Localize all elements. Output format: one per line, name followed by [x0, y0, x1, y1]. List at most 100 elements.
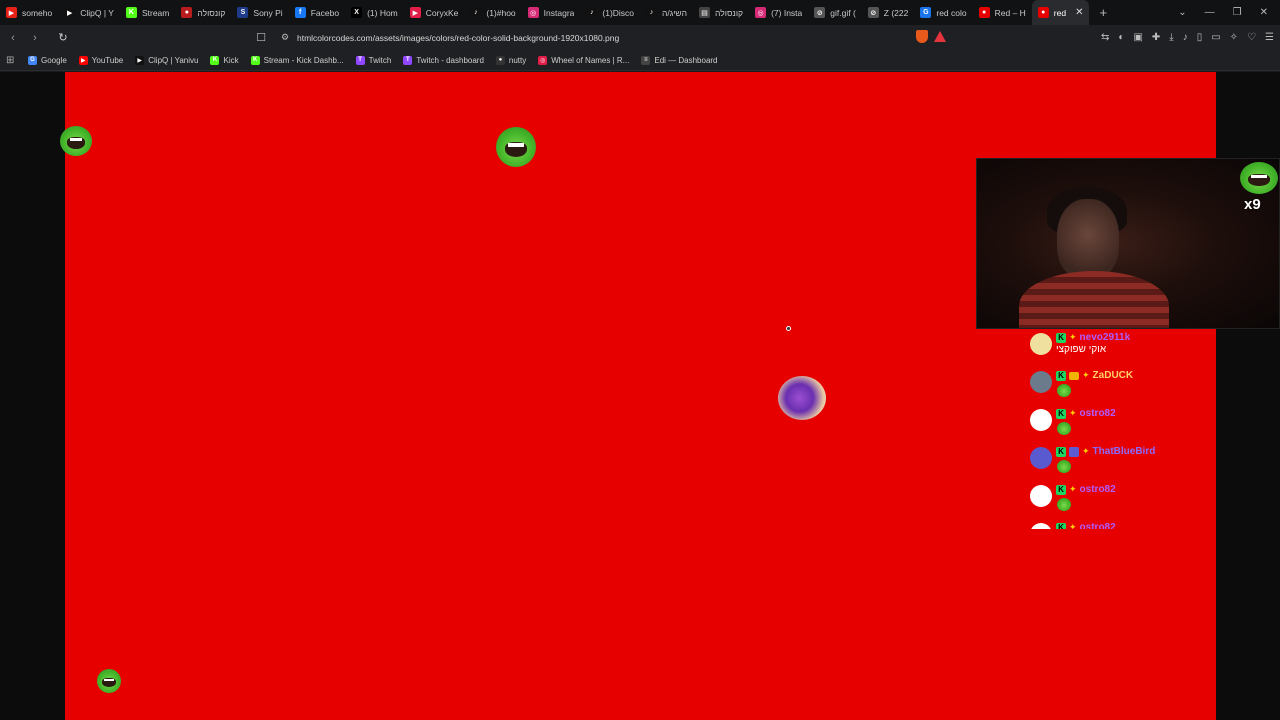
kick-badge-icon: K — [1056, 522, 1066, 529]
chat-message-text: אוקי שפוקצי — [1056, 344, 1107, 355]
address-bar[interactable]: ☐ ⚙ htmlcolorcodes.com/assets/images/col… — [252, 28, 952, 47]
bookmark-item[interactable]: ● nutty — [490, 55, 532, 65]
tab-5[interactable]: f Facebo — [289, 0, 345, 25]
tab-search-dropdown-icon[interactable]: ⌄ — [1178, 7, 1186, 18]
tab-favicon-icon: ▶ — [6, 7, 17, 18]
site-info-icon[interactable]: ⚙ — [276, 32, 294, 43]
window-controls: ⌄ — ❐ ✕ — [1178, 0, 1280, 25]
bookmark-item[interactable]: ≡ Edi — Dashboard — [635, 55, 723, 65]
tab-label: CoryxKe — [425, 7, 459, 18]
bookmark-favicon-icon: T — [355, 55, 365, 65]
chat-username[interactable]: ThatBlueBird — [1093, 446, 1156, 457]
url-text[interactable]: htmlcolorcodes.com/assets/images/colors/… — [297, 33, 619, 43]
back-button[interactable]: ‹ — [4, 32, 22, 44]
bookmark-item[interactable]: ▶ YouTube — [73, 55, 129, 65]
toolbar-extension-icon[interactable]: ♪ — [1183, 32, 1188, 43]
bookmark-item[interactable]: K Stream - Kick Dashb... — [245, 55, 350, 65]
toolbar-extension-icon[interactable]: ✚ — [1152, 32, 1160, 43]
toolbar-extension-icon[interactable]: ▣ — [1133, 32, 1142, 43]
tab-1[interactable]: ▶ ClipQ | Y — [58, 0, 120, 25]
bookmark-favicon-icon: ▶ — [135, 55, 145, 65]
minimize-icon[interactable]: — — [1205, 7, 1215, 18]
toolbar-extension-icon[interactable]: ◐ — [1118, 32, 1124, 43]
tab-label: someho — [22, 7, 53, 18]
reload-button[interactable]: ↻ — [54, 31, 72, 44]
toolbar-extension-icon[interactable]: ♡ — [1247, 32, 1256, 43]
kick-badge-icon: K — [1056, 370, 1066, 381]
tab-14[interactable]: ⊘ gif.gif ( — [808, 0, 862, 25]
tab-4[interactable]: S Sony Pi — [231, 0, 288, 25]
new-tab-button[interactable]: + — [1089, 5, 1117, 20]
frog-emote-icon — [97, 669, 121, 693]
tab-12[interactable]: ▤ קונסולה — [693, 0, 749, 25]
bookmark-item[interactable]: G Google — [22, 55, 73, 65]
tab-16[interactable]: Gred colo — [914, 0, 972, 25]
tab-label: gif.gif ( — [830, 7, 856, 18]
bookmark-label: Stream - Kick Dashb... — [263, 55, 344, 65]
brave-shields-icon[interactable] — [916, 30, 928, 43]
chat-username[interactable]: ZaDUCK — [1093, 370, 1134, 381]
tab-favicon-icon: S — [237, 7, 249, 18]
chat-username[interactable]: ostro82 — [1080, 522, 1116, 529]
close-window-icon[interactable]: ✕ — [1260, 7, 1268, 18]
tab-label: (7) Insta — [771, 7, 803, 18]
mouse-cursor-icon — [786, 326, 791, 331]
frog-emote-icon — [1057, 460, 1071, 473]
tab-8[interactable]: ♪ (1)#hoo — [464, 0, 521, 25]
avatar — [1030, 523, 1052, 529]
tab-label: (1)#hoo — [486, 7, 516, 18]
chat-message: K ✦ nevo2911k אוקי שפוקצי — [1028, 329, 1216, 367]
tab-0[interactable]: ▶ someho — [0, 0, 58, 25]
bookmark-page-icon[interactable]: ☐ — [252, 31, 270, 44]
frog-emote-icon — [1057, 384, 1071, 397]
chat-username[interactable]: ostro82 — [1080, 408, 1116, 419]
chat-username[interactable]: nevo2911k — [1080, 332, 1131, 343]
tab-13[interactable]: ◎ (7) Insta — [749, 0, 808, 25]
forward-button[interactable]: › — [26, 32, 44, 44]
toolbar-extension-icon[interactable]: ✧ — [1230, 32, 1238, 43]
bookmark-label: Edi — Dashboard — [654, 55, 718, 65]
bookmark-label: Twitch — [368, 55, 392, 65]
toolbar-extension-icon[interactable]: ☰ — [1265, 32, 1274, 43]
toolbar-extension-icon[interactable]: ▯ — [1197, 32, 1203, 43]
bookmark-item[interactable]: T Twitch — [350, 55, 398, 65]
bookmark-favicon-icon: ● — [495, 55, 505, 65]
kick-badge-icon: K — [1056, 484, 1066, 495]
tab-15[interactable]: ⊘ Z (222 — [862, 0, 915, 25]
tab-11[interactable]: ♪ השיג/ה — [640, 0, 693, 25]
chat-username[interactable]: ostro82 — [1080, 484, 1116, 495]
restore-icon[interactable]: ❐ — [1233, 7, 1242, 18]
tab-3[interactable]: ● קונסולה — [175, 0, 231, 25]
bookmark-label: Kick — [223, 55, 239, 65]
tab-label: Sony Pi — [253, 7, 283, 18]
toolbar-extension-icon[interactable]: ⇆ — [1101, 32, 1109, 43]
toolbar-extension-icon[interactable]: ⤓ — [1169, 32, 1173, 43]
browser-window: ▶ someho ▶ ClipQ | Y K Stream ● קונסולה S Sony Pi… — [0, 0, 1280, 720]
tab-17[interactable]: ● Red – H — [973, 0, 1032, 25]
bookmark-item[interactable]: T Twitch - dashboard — [397, 55, 490, 65]
tab-label: השיג/ה — [662, 7, 688, 18]
bookmark-item[interactable]: ◎ Wheel of Names | R... — [532, 55, 635, 65]
star-badge-icon: ✦ — [1069, 408, 1077, 418]
frog-emote-icon — [1057, 422, 1071, 435]
tab-6[interactable]: X (1) Hom — [345, 0, 404, 25]
star-badge-icon: ✦ — [1069, 332, 1077, 342]
chat-message: K ✦ ostro82 — [1028, 519, 1216, 529]
close-tab-icon[interactable]: ✕ — [1075, 7, 1083, 18]
tab-9[interactable]: ◎ Instagra — [522, 0, 581, 25]
tab-10[interactable]: ♪ (1)Disco — [580, 0, 640, 25]
brave-rewards-icon[interactable] — [934, 31, 946, 42]
apps-grid-icon[interactable]: ⊞ — [6, 55, 22, 66]
bookmark-item[interactable]: K Kick — [204, 55, 244, 65]
star-badge-icon: ✦ — [1082, 370, 1090, 380]
subscriber-badge-icon — [1069, 371, 1079, 380]
tab-18[interactable]: ● red ✕ — [1031, 0, 1090, 25]
toolbar-extension-icon[interactable]: ▭ — [1211, 32, 1220, 43]
kick-badge-icon: K — [1056, 332, 1066, 343]
frog-emote-icon — [496, 127, 536, 167]
tab-7[interactable]: ▶ CoryxKe — [404, 0, 465, 25]
tab-favicon-icon: ▶ — [64, 7, 76, 18]
tab-2[interactable]: K Stream — [120, 0, 175, 25]
bookmark-item[interactable]: ▶ ClipQ | Yanivu — [129, 55, 204, 65]
avatar — [1030, 447, 1052, 469]
